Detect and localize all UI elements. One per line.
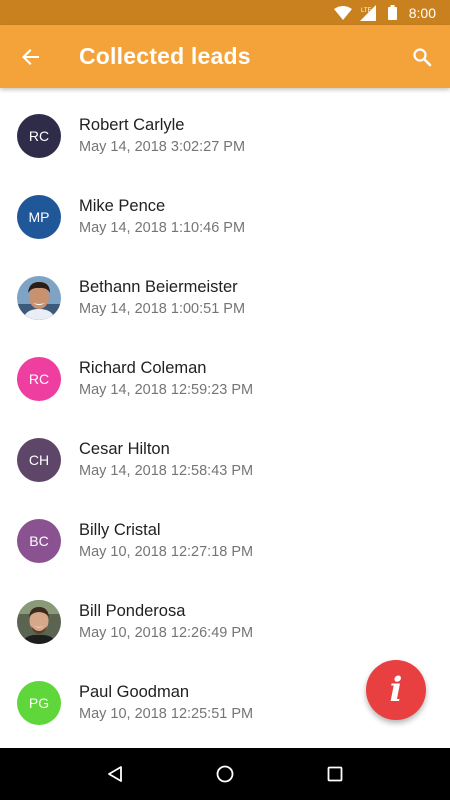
network-type-label: LTE xyxy=(361,8,372,14)
list-item[interactable]: Bill Ponderosa May 10, 2018 12:26:49 PM xyxy=(0,581,450,662)
lead-name: Cesar Hilton xyxy=(79,439,170,458)
arrow-back-icon xyxy=(22,48,39,65)
avatar-initials: PG xyxy=(28,694,50,711)
person-photo-icon xyxy=(17,275,61,320)
lead-name: Richard Coleman xyxy=(79,358,207,377)
lead-date: May 10, 2018 12:26:49 PM xyxy=(79,624,254,641)
list-item[interactable]: MP Mike Pence May 14, 2018 1:10:46 PM xyxy=(0,176,450,257)
nav-home-icon xyxy=(216,765,234,783)
nav-home-button[interactable] xyxy=(201,750,249,798)
avatar-photo xyxy=(17,275,61,320)
lead-name: Bethann Beiermeister xyxy=(79,277,238,296)
lead-name: Robert Carlyle xyxy=(79,115,185,134)
lead-date: May 14, 2018 3:02:27 PM xyxy=(79,138,246,155)
avatar: CH xyxy=(17,437,61,482)
lead-date: May 14, 2018 12:59:23 PM xyxy=(79,381,254,398)
avatar: RC xyxy=(17,113,61,158)
wifi-icon xyxy=(333,5,352,20)
lead-date: May 14, 2018 1:10:46 PM xyxy=(79,219,246,236)
nav-recents-button[interactable] xyxy=(311,750,359,798)
lead-date: May 10, 2018 12:25:51 PM xyxy=(79,705,254,722)
info-button[interactable]: i xyxy=(366,660,426,720)
system-nav-bar xyxy=(0,748,450,800)
app-bar: Collected leads xyxy=(0,25,450,88)
lead-date: May 14, 2018 1:00:51 PM xyxy=(79,300,246,317)
avatar-photo xyxy=(17,599,61,644)
lead-name: Billy Cristal xyxy=(79,520,161,539)
nav-back-icon xyxy=(108,766,122,782)
lead-name: Paul Goodman xyxy=(79,682,190,701)
list-item[interactable]: CH Cesar Hilton May 14, 2018 12:58:43 PM xyxy=(0,419,450,500)
nav-recents-icon xyxy=(327,766,343,782)
lead-name: Bill Ponderosa xyxy=(79,601,186,620)
list-item[interactable]: BC Billy Cristal May 10, 2018 12:27:18 P… xyxy=(0,500,450,581)
page-title: Collected leads xyxy=(79,43,251,69)
avatar: PG xyxy=(17,680,61,725)
person-photo-icon xyxy=(17,599,61,644)
list-item[interactable]: RC Richard Coleman May 14, 2018 12:59:23… xyxy=(0,338,450,419)
avatar-initials: CH xyxy=(28,451,50,468)
back-button[interactable] xyxy=(0,25,62,88)
lead-name: Mike Pence xyxy=(79,196,166,215)
list-item[interactable]: Bethann Beiermeister May 14, 2018 1:00:5… xyxy=(0,257,450,338)
lead-date: May 14, 2018 12:58:43 PM xyxy=(79,462,254,479)
search-button[interactable] xyxy=(394,25,450,88)
avatar-initials: RC xyxy=(28,127,50,144)
avatar-initials: MP xyxy=(28,208,50,225)
status-bar: LTE 8:00 xyxy=(0,0,450,25)
nav-back-button[interactable] xyxy=(91,750,139,798)
info-icon: i xyxy=(389,670,403,710)
battery-icon xyxy=(387,5,397,20)
avatar: BC xyxy=(17,518,61,563)
search-icon xyxy=(413,47,432,66)
list-item[interactable]: RC Robert Carlyle May 14, 2018 3:02:27 P… xyxy=(0,95,450,176)
cell-signal-icon: LTE xyxy=(359,4,376,21)
lead-list: RC Robert Carlyle May 14, 2018 3:02:27 P… xyxy=(0,88,450,748)
avatar: MP xyxy=(17,194,61,239)
avatar-initials: BC xyxy=(29,532,49,549)
status-time: 8:00 xyxy=(408,4,436,21)
avatar: RC xyxy=(17,356,61,401)
lead-date: May 10, 2018 12:27:18 PM xyxy=(79,543,254,560)
avatar-initials: RC xyxy=(28,370,50,387)
